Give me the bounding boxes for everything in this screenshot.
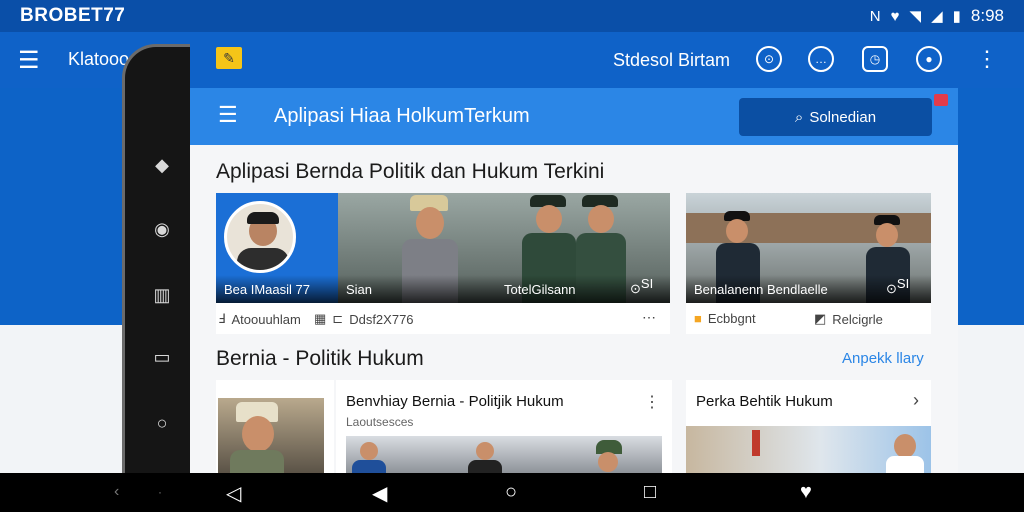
card2-author: Ecbbgnt bbox=[707, 311, 756, 326]
location-icon: ♥ bbox=[890, 7, 900, 25]
news-card-1-image bbox=[346, 436, 662, 473]
header-menu-icon[interactable]: ☰ bbox=[218, 102, 238, 128]
signal-icon: ◢ bbox=[931, 8, 943, 25]
wifi-icon: ◥ bbox=[909, 8, 922, 25]
news-card-1[interactable]: Benvhiay Bernia - Politjik Hukum Laoutse… bbox=[336, 380, 672, 473]
nfc-icon: N bbox=[869, 7, 881, 25]
nav-recents-icon[interactable]: □ bbox=[644, 481, 656, 504]
tablet-screen: ✎ Stdesol Birtam ⊙ … ◷ ● ☰ Aplipasi Hiaa… bbox=[190, 32, 958, 473]
battery-icon: ▮ bbox=[952, 8, 961, 25]
clock-icon[interactable]: ◷ bbox=[862, 46, 888, 72]
featured-image-1: Bea IMaasil 77 Sian TotelGilsann ⊙ SI bbox=[216, 193, 670, 303]
news-card-2-image bbox=[686, 426, 931, 473]
chat-icon[interactable]: ▭ bbox=[147, 347, 177, 368]
navigation-bar: ‹ · ◁ ◀ ○ □ ♥ bbox=[0, 473, 1024, 512]
status-time: 8:98 bbox=[970, 6, 1004, 25]
search-button[interactable]: ⌕ Solnedian bbox=[739, 98, 932, 136]
more-vert-icon[interactable]: ⋮ bbox=[976, 46, 998, 72]
screen-title: Stdesol Birtam bbox=[613, 50, 731, 70]
nav-home-icon[interactable]: ○ bbox=[505, 481, 517, 504]
nav-dot-icon: · bbox=[158, 485, 162, 499]
corner-badge bbox=[934, 94, 948, 106]
duration-badge: ⊙ SI bbox=[630, 276, 654, 296]
featured-caption-1: Bea IMaasil 77 Sian TotelGilsann ⊙ SI bbox=[216, 275, 670, 303]
caption-2: Benalanenn Bendlaelle bbox=[694, 282, 828, 297]
disc-icon[interactable]: ◉ bbox=[147, 219, 177, 240]
news-thumb-image bbox=[218, 398, 324, 473]
app-logo-icon: ✎ bbox=[216, 47, 242, 69]
profile-avatar bbox=[224, 201, 296, 273]
user-icon: Ⅎ bbox=[218, 311, 226, 326]
news-thumb-card[interactable] bbox=[216, 380, 334, 473]
profile-caption: Bea IMaasil 77 bbox=[224, 282, 310, 297]
brand-label: BROBET77 bbox=[20, 5, 126, 26]
featured-caption-2: Benalanenn Bendlaelle ⊙ SI bbox=[686, 275, 931, 303]
notification-icon[interactable]: ● bbox=[916, 46, 942, 72]
folder-icon: ■ bbox=[694, 311, 702, 326]
news-card-1-subtitle: Laoutsesces bbox=[346, 415, 414, 429]
news-card-2-title: Perka Behtik Hukum bbox=[696, 393, 833, 410]
search-icon: ⌕ bbox=[794, 108, 804, 126]
card1-meta-left: Ⅎ Atoouuhlam bbox=[218, 311, 301, 327]
featured-image-2: Benalanenn Bendlaelle ⊙ SI bbox=[686, 193, 931, 303]
nav-play-left-icon[interactable]: ◀ bbox=[372, 481, 387, 506]
card1-code: Ddsf2X776 bbox=[349, 311, 414, 327]
nav-back-icon[interactable]: ◁ bbox=[226, 481, 241, 506]
outer-menu-icon[interactable]: ☰ bbox=[18, 46, 40, 75]
duration-badge-2: ⊙ SI bbox=[886, 276, 910, 296]
news-card-1-more-icon[interactable]: ⋮ bbox=[644, 392, 660, 412]
tag-icon-2: ◩ bbox=[814, 311, 827, 326]
see-all-link[interactable]: Anpekk llary bbox=[842, 350, 924, 367]
app-header: ☰ Aplipasi Hiaa HolkumTerkum ⌕ Solnedian bbox=[190, 88, 958, 145]
featured-card-2[interactable]: Benalanenn Bendlaelle ⊙ SI ■ Ecbbgnt ◩ R… bbox=[686, 193, 931, 334]
news-section-title: Bernia - Politik Hukum bbox=[216, 347, 424, 370]
status-bar: BROBET77 N ♥ ◥ ◢ ▮ 8:98 bbox=[0, 0, 1024, 32]
featured-card-1[interactable]: Bea IMaasil 77 Sian TotelGilsann ⊙ SI Ⅎ … bbox=[216, 193, 670, 334]
tag-icon: ⊏ bbox=[332, 311, 344, 326]
camera-icon[interactable]: ⊙ bbox=[756, 46, 782, 72]
search-label: Solnedian bbox=[809, 108, 877, 126]
caption-right: TotelGilsann bbox=[504, 282, 576, 297]
home-circle-icon[interactable]: ○ bbox=[147, 413, 177, 434]
card2-meta-right: ◩ Relcigrle bbox=[814, 311, 883, 327]
screen-toolbar: ✎ Stdesol Birtam ⊙ … ◷ ● bbox=[190, 32, 958, 88]
card2-meta-left: ■ Ecbbgnt bbox=[694, 311, 756, 326]
book-icon[interactable]: ▥ bbox=[147, 285, 177, 306]
news-card-1-title: Benvhiay Bernia - Politjik Hukum bbox=[346, 393, 564, 410]
nav-down-icon[interactable]: ♥ bbox=[800, 481, 812, 504]
chevron-right-icon[interactable]: › bbox=[913, 390, 919, 411]
chat-bubble-icon[interactable]: … bbox=[808, 46, 834, 72]
leaf-icon[interactable]: ◆ bbox=[147, 155, 177, 176]
card1-meta-right: ▦ ⊏ Ddsf2X776 bbox=[314, 311, 414, 327]
card1-more-icon[interactable]: ⋯ bbox=[642, 309, 656, 326]
featured-section-title: Aplipasi Bernda Politik dan Hukum Terkin… bbox=[216, 160, 605, 183]
caption-mid: Sian bbox=[346, 282, 373, 297]
card2-tag: Relcigrle bbox=[832, 311, 883, 327]
grid-icon: ▦ bbox=[314, 311, 327, 326]
card1-author: Atoouuhlam bbox=[231, 311, 301, 327]
news-card-2[interactable]: Perka Behtik Hukum › bbox=[686, 380, 931, 473]
nav-back-small-icon[interactable]: ‹ bbox=[114, 483, 119, 501]
header-title: Aplipasi Hiaa HolkumTerkum bbox=[274, 105, 530, 127]
